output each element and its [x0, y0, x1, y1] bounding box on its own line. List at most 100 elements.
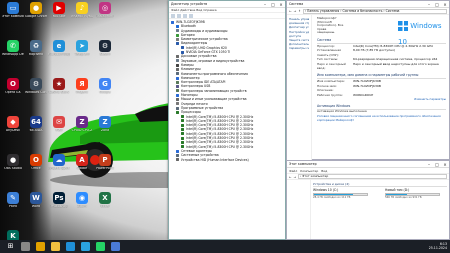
desktop-icon[interactable]: ♪Яндекс Музыка: [71, 2, 93, 28]
taskbar-app-icon[interactable]: ⊞: [6, 242, 15, 251]
tab-view[interactable]: Вид: [321, 168, 327, 173]
taskbar-app-icon[interactable]: [111, 242, 120, 251]
device-icon: [181, 119, 184, 123]
app-icon: O: [7, 78, 19, 90]
desktop-icon[interactable]: ♻ Корзина: [25, 40, 47, 66]
explorer-address-bar[interactable]: › Этот компьютер: [298, 174, 447, 179]
system-info-rows: Процессор: Intel(R) Core(TM) i5-8300H CPU…: [317, 44, 446, 70]
help-icon[interactable]: [189, 13, 193, 18]
drive-d[interactable]: Новый том (D:) 566 ГБ свободно из 931 ГБ: [385, 188, 447, 204]
desktop-icon[interactable]: G Google: [94, 78, 116, 104]
desktop-icon[interactable]: ✉ Mail: [48, 116, 70, 142]
desktop-icon[interactable]: P PowerPoint: [94, 154, 116, 180]
app-icon: ▶: [53, 2, 65, 14]
minimize-icon[interactable]: –: [425, 1, 433, 8]
device-manager-window[interactable]: Диспетчер устройств – □ × Файл Действие …: [168, 0, 286, 240]
taskbar-app-icon[interactable]: [96, 242, 105, 251]
device-icon: [176, 93, 179, 97]
desktop-icon[interactable]: Z Zona: [94, 116, 116, 142]
desktop-icon-label: PowerPoint: [96, 167, 114, 170]
desktop-icon[interactable]: ▭Этот компьютер: [2, 2, 24, 28]
desktop-icon-label: Яндекс Диск: [48, 167, 70, 170]
license-terms-link[interactable]: Условия лицензионного соглашения на испо…: [317, 114, 446, 122]
back-icon[interactable]: ←: [289, 9, 292, 13]
desktop-icon[interactable]: O Office: [25, 154, 47, 180]
tab-computer[interactable]: Компьютер: [300, 168, 318, 173]
desktop-icon[interactable]: ☁ Яндекс Диск: [48, 154, 70, 180]
desktop-icon[interactable]: Z CPUID CPU-Z: [71, 116, 93, 142]
desktop-icon-label: Яндекс: [75, 91, 89, 94]
desktop-icon[interactable]: Я Яндекс: [71, 78, 93, 104]
desktop-icon[interactable]: ★ Casino Stars: [48, 78, 70, 104]
device-icon: [176, 33, 179, 37]
device-icon: [176, 55, 179, 59]
desktop-icon[interactable]: W Word: [25, 192, 47, 218]
device-icon: [181, 140, 184, 144]
device-tree[interactable]: WIN-7LOZOFJK39B Bluetooth Аудиовходы и ау…: [169, 19, 285, 163]
app-icon: G: [99, 78, 111, 90]
desktop-icon[interactable]: ✎ Paint: [2, 192, 24, 218]
drive-c[interactable]: Windows 10 (C:) 28,4 ГБ свободно из 111 …: [313, 188, 375, 204]
system-window[interactable]: Система – □ × ← → ↑ › Панель управления …: [286, 0, 450, 160]
desktop-icon[interactable]: X Excel: [94, 192, 116, 218]
back-icon[interactable]: ←: [289, 175, 292, 179]
device-category[interactable]: Устройства HID (Human Interface Devices): [171, 158, 283, 162]
desktop-icon[interactable]: ▶ YouTube: [48, 2, 70, 28]
close-icon[interactable]: ×: [441, 1, 449, 8]
device-manager-titlebar[interactable]: Диспетчер устройств – □ ×: [169, 1, 285, 8]
address-bar[interactable]: › Панель управления › Система и безопасн…: [302, 8, 447, 14]
desktop-icon[interactable]: ●Google Chrome: [25, 2, 47, 28]
back-icon[interactable]: [171, 13, 175, 18]
desktop-icon[interactable]: 64 64 AIDA: [25, 116, 47, 142]
desktop-icon-label: Mail: [55, 129, 63, 132]
desktop-icon[interactable]: ◎ Instagram: [94, 2, 116, 28]
drive-usage-fill: [314, 194, 354, 195]
taskbar-app-icon[interactable]: [81, 242, 90, 251]
device-icon: [181, 145, 184, 149]
minimize-icon[interactable]: –: [425, 161, 433, 168]
forward-icon[interactable]: →: [294, 175, 297, 179]
desktop-icon-label: Microsoft Edge: [48, 53, 70, 56]
sidebar-link[interactable]: параметры системы: [289, 46, 309, 50]
desktop-icon[interactable]: O Opera GX: [2, 78, 24, 104]
desktop-icon[interactable]: Ps Photoshop: [48, 192, 70, 218]
properties-icon[interactable]: [183, 13, 187, 18]
close-icon[interactable]: ×: [277, 1, 285, 8]
close-icon[interactable]: ×: [441, 161, 449, 168]
desktop-icon[interactable]: ⚙ Steam: [94, 40, 116, 66]
app-icon: ♪: [76, 2, 88, 14]
windows-logo: Windows 10: [398, 21, 442, 46]
tab-file[interactable]: Файл: [289, 168, 297, 173]
taskbar-app-icon[interactable]: [21, 242, 30, 251]
desktop-icon[interactable]: ● OBS Studio: [2, 154, 24, 180]
forward-icon[interactable]: →: [294, 9, 297, 13]
maximize-icon[interactable]: □: [269, 1, 277, 8]
app-icon: ✉: [53, 116, 65, 128]
desktop-icon[interactable]: e Microsoft Edge: [48, 40, 70, 66]
taskbar-app-icon[interactable]: [51, 242, 60, 251]
device-icon: [176, 29, 179, 33]
maximize-icon[interactable]: □: [433, 161, 441, 168]
change-settings-link[interactable]: Изменить параметры: [317, 97, 446, 101]
maximize-icon[interactable]: □: [433, 1, 441, 8]
desktop-icon-label: Google: [99, 91, 111, 94]
device-icon: [176, 72, 179, 76]
sidebar-link[interactable]: Диспетчер устройств: [289, 25, 309, 29]
desktop-icon[interactable]: ◆ AnyDesk: [2, 116, 24, 142]
minimize-icon[interactable]: –: [261, 1, 269, 8]
desktop-icon[interactable]: A Adobe: [71, 154, 93, 180]
desktop-icon[interactable]: ◉ Zoom: [71, 192, 93, 218]
desktop-icon[interactable]: ✆WhatsApp Desktop: [2, 40, 24, 66]
system-titlebar[interactable]: Система – □ ×: [287, 1, 449, 8]
explorer-window[interactable]: Этот компьютер – □ × Файл Компьютер Вид …: [286, 160, 450, 240]
taskbar-app-icon[interactable]: [66, 242, 75, 251]
desktop-icon[interactable]: ➤ Telegram: [71, 40, 93, 66]
taskbar-app-icon[interactable]: [36, 242, 45, 251]
desktop-icon[interactable]: ⚙Windows Control: [25, 78, 47, 104]
system-tray-clock[interactable]: 6:13 25.11.2024: [429, 242, 447, 251]
forward-icon[interactable]: [177, 13, 181, 18]
explorer-titlebar[interactable]: Этот компьютер – □ ×: [287, 161, 449, 168]
device-icon: [176, 97, 179, 101]
up-icon[interactable]: ↑: [298, 9, 301, 13]
desktop-icon-label: Корзина: [28, 53, 44, 56]
